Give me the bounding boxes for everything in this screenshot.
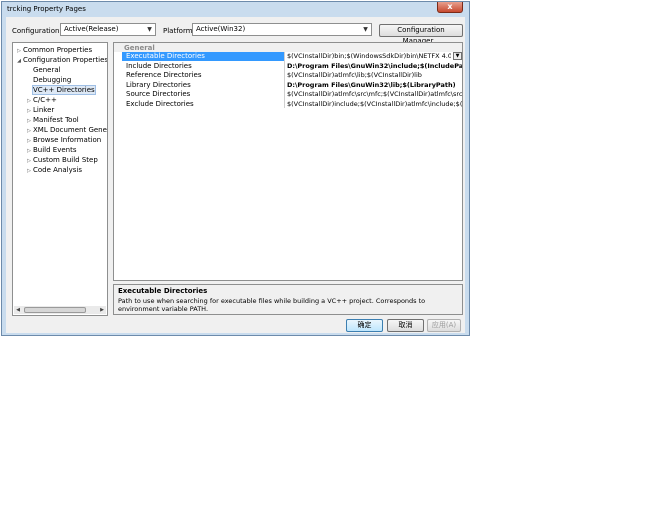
property-name: Executable Directories	[122, 52, 284, 61]
expander-icon[interactable]: ▷	[25, 126, 33, 136]
tree-item[interactable]: ▷ Common Properties	[15, 45, 92, 55]
platform-combo[interactable]: Active(Win32) ▼	[192, 23, 372, 36]
expander-icon[interactable]: ▷	[25, 116, 33, 126]
tree-item[interactable]: VC++ Directories	[25, 85, 96, 95]
tree-item-label: C/C++	[33, 96, 57, 104]
property-row[interactable]: Executable Directories $(VCInstallDir)bin…	[122, 52, 462, 61]
configuration-label: Configuration:	[12, 27, 62, 35]
platform-value: Active(Win32)	[196, 25, 246, 33]
tree-item-label: Linker	[33, 106, 55, 114]
tree-item-label: VC++ Directories	[32, 85, 96, 95]
tree-horizontal-scrollbar[interactable]: ◀ ▶	[14, 306, 106, 314]
tree-item[interactable]: ◢ Configuration Properties	[15, 55, 108, 66]
close-icon: x	[447, 2, 453, 11]
expander-icon[interactable]: ▷	[15, 46, 23, 56]
tree-item[interactable]: ▷ Manifest Tool	[25, 115, 79, 125]
property-value[interactable]: $(VCInstallDir)atlmfc\src\mfc;$(VCInstal…	[285, 90, 462, 99]
property-pages-window: trcking Property Pages x Configuration: …	[1, 1, 470, 336]
expander-icon[interactable]: ▷	[25, 136, 33, 146]
tree-item-label: XML Document Generat	[33, 126, 107, 134]
dialog-client-area: Configuration: Active(Release) ▼ Platfor…	[6, 17, 465, 333]
property-name: Exclude Directories	[126, 99, 194, 108]
expander-icon[interactable]: ▷	[25, 96, 33, 106]
expander-icon[interactable]: ▷	[25, 166, 33, 176]
expander-icon[interactable]: ▷	[25, 146, 33, 156]
tree-item[interactable]: ▷ Custom Build Step	[25, 155, 98, 165]
scrollbar-thumb[interactable]	[24, 307, 86, 313]
tree-item-label: Manifest Tool	[33, 116, 79, 124]
window-title: trcking Property Pages	[7, 5, 86, 13]
chevron-down-icon: ▼	[363, 26, 368, 33]
ok-button[interactable]: 确定	[346, 319, 383, 332]
property-value[interactable]: $(VCInstallDir)bin;$(WindowsSdkDir)bin\N…	[285, 52, 451, 61]
property-name: Library Directories	[126, 80, 191, 89]
category-header[interactable]: General	[114, 43, 462, 52]
tree-item-label: Browse Information	[33, 136, 102, 144]
configuration-manager-button[interactable]: Configuration Manager...	[379, 24, 463, 45]
tree-item-label: Custom Build Step	[33, 156, 98, 164]
description-text: Path to use when searching for executabl…	[118, 297, 426, 313]
property-row[interactable]: Library Directories D:\Program Files\GnuW…	[122, 81, 462, 90]
tree-item[interactable]: ▷ Code Analysis	[25, 165, 82, 175]
platform-label: Platform:	[163, 27, 195, 35]
category-label: General	[124, 44, 155, 52]
tree-item[interactable]: ▷ C/C++	[25, 95, 57, 105]
property-row[interactable]: Exclude Directories $(VCInstallDir)includ…	[122, 100, 462, 109]
property-tree[interactable]: ▷ Code Analysis ▷ Custom Build Step ▷ Build E…	[12, 42, 108, 316]
apply-button[interactable]: 应用(A)	[427, 319, 461, 332]
expander-icon[interactable]: ◢	[15, 56, 23, 66]
tree-item[interactable]: ▷ Linker	[25, 105, 54, 115]
configuration-combo[interactable]: Active(Release) ▼	[60, 23, 156, 36]
description-panel: Executable Directories Path to use when …	[113, 284, 463, 315]
property-name: Reference Directories	[126, 71, 202, 79]
scroll-left-icon[interactable]: ◀	[14, 306, 22, 314]
scroll-right-icon[interactable]: ▶	[98, 306, 106, 314]
property-row[interactable]: Source Directories $(VCInstallDir)atlmfc\…	[122, 90, 462, 99]
property-row[interactable]: Reference Directories $(VCInstallDir)atlm…	[122, 71, 462, 80]
tree-item[interactable]: ▷XML Document Generat	[25, 125, 107, 136]
chevron-down-icon: ▼	[147, 26, 152, 33]
tree-item-label: Code Analysis	[33, 166, 82, 174]
expander-icon[interactable]: ▷	[25, 106, 33, 116]
description-title: Executable Directories	[118, 287, 208, 295]
tree-item-label: Debugging	[33, 76, 72, 84]
tree-item[interactable]: ▷ Build Events	[25, 145, 77, 156]
property-value[interactable]: $(VCInstallDir)atlmfc\lib;$(VCInstallDir…	[285, 71, 462, 80]
configuration-value: Active(Release)	[64, 25, 119, 33]
title-bar[interactable]: trcking Property Pages x	[2, 2, 469, 16]
tree-item-label: Configuration Properties	[23, 56, 108, 64]
tree-item[interactable]: General	[25, 65, 61, 75]
tree-item-label: Build Events	[33, 146, 77, 154]
tree-item-label: General	[33, 66, 61, 74]
property-grid[interactable]: General Executable Directories $(VCInstal…	[113, 42, 463, 281]
cancel-button[interactable]: 取消	[387, 319, 424, 332]
tree-item-label: Common Properties	[23, 46, 93, 54]
property-row[interactable]: Include Directories D:\Program Files\GnuW…	[122, 62, 462, 71]
property-name: Include Directories	[126, 61, 192, 70]
property-value[interactable]: $(VCInstallDir)include;$(VCInstallDir)at…	[285, 100, 462, 109]
value-dropdown-icon[interactable]: ▼	[453, 52, 462, 60]
property-value[interactable]: D:\Program Files\GnuWin32\include;$(Incl…	[285, 62, 462, 71]
property-name: Source Directories	[126, 90, 191, 98]
tree-item[interactable]: ▷ Browse Information	[25, 135, 101, 145]
expander-icon[interactable]: ▷	[25, 156, 33, 166]
property-value[interactable]: D:\Program Files\GnuWin32\lib;$(LibraryP…	[285, 81, 462, 90]
close-button[interactable]: x	[437, 2, 463, 13]
tree-item[interactable]: Debugging	[25, 75, 71, 85]
